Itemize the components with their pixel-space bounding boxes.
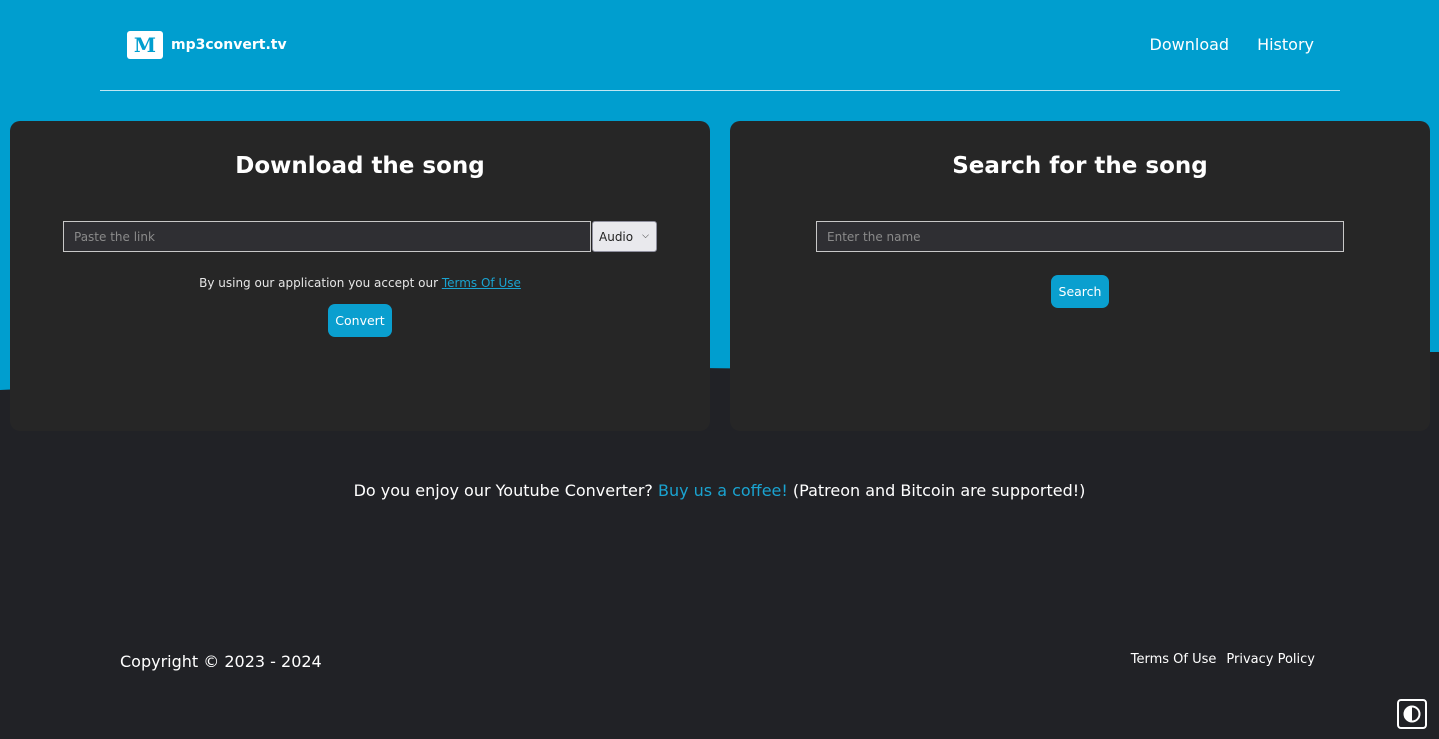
song-name-input[interactable] bbox=[816, 221, 1344, 252]
link-input[interactable] bbox=[63, 221, 591, 252]
download-card: Download the song Audio ⌵ By using our a… bbox=[10, 121, 710, 431]
nav-history-link[interactable]: History bbox=[1257, 35, 1314, 54]
nav-download-link[interactable]: Download bbox=[1150, 35, 1230, 54]
footer-terms-link[interactable]: Terms Of Use bbox=[1131, 652, 1217, 667]
promo-text: Do you enjoy our Youtube Converter? bbox=[353, 481, 658, 500]
footer-privacy-link[interactable]: Privacy Policy bbox=[1226, 652, 1315, 667]
search-card: Search for the song Search bbox=[730, 121, 1430, 431]
buy-coffee-link[interactable]: Buy us a coffee! bbox=[658, 481, 788, 500]
search-card-title: Search for the song bbox=[952, 153, 1208, 179]
contrast-icon bbox=[1403, 705, 1421, 723]
format-select-value: Audio bbox=[599, 229, 634, 244]
main-nav: Download History bbox=[1150, 35, 1314, 54]
copyright-text: Copyright © 2023 - 2024 bbox=[120, 652, 322, 671]
terms-of-use-link[interactable]: Terms Of Use bbox=[442, 276, 521, 290]
site-header: M mp3convert.tv Download History bbox=[100, 0, 1340, 91]
donation-promo: Do you enjoy our Youtube Converter? Buy … bbox=[0, 481, 1439, 500]
format-select[interactable]: Audio ⌵ bbox=[592, 221, 657, 252]
download-card-title: Download the song bbox=[235, 153, 485, 179]
brand-name: mp3convert.tv bbox=[171, 37, 287, 53]
chevron-down-icon: ⌵ bbox=[642, 231, 649, 241]
convert-button[interactable]: Convert bbox=[328, 304, 392, 337]
theme-toggle-button[interactable] bbox=[1397, 699, 1427, 729]
terms-notice: By using our application you accept our … bbox=[10, 276, 710, 290]
terms-notice-text: By using our application you accept our bbox=[199, 276, 442, 290]
mp3-logo-icon: M bbox=[127, 31, 163, 59]
footer-links: Terms Of Use Privacy Policy bbox=[1131, 652, 1315, 667]
promo-suffix: (Patreon and Bitcoin are supported!) bbox=[787, 481, 1086, 500]
brand-logo-link[interactable]: M mp3convert.tv bbox=[127, 31, 287, 59]
search-button[interactable]: Search bbox=[1051, 275, 1109, 308]
